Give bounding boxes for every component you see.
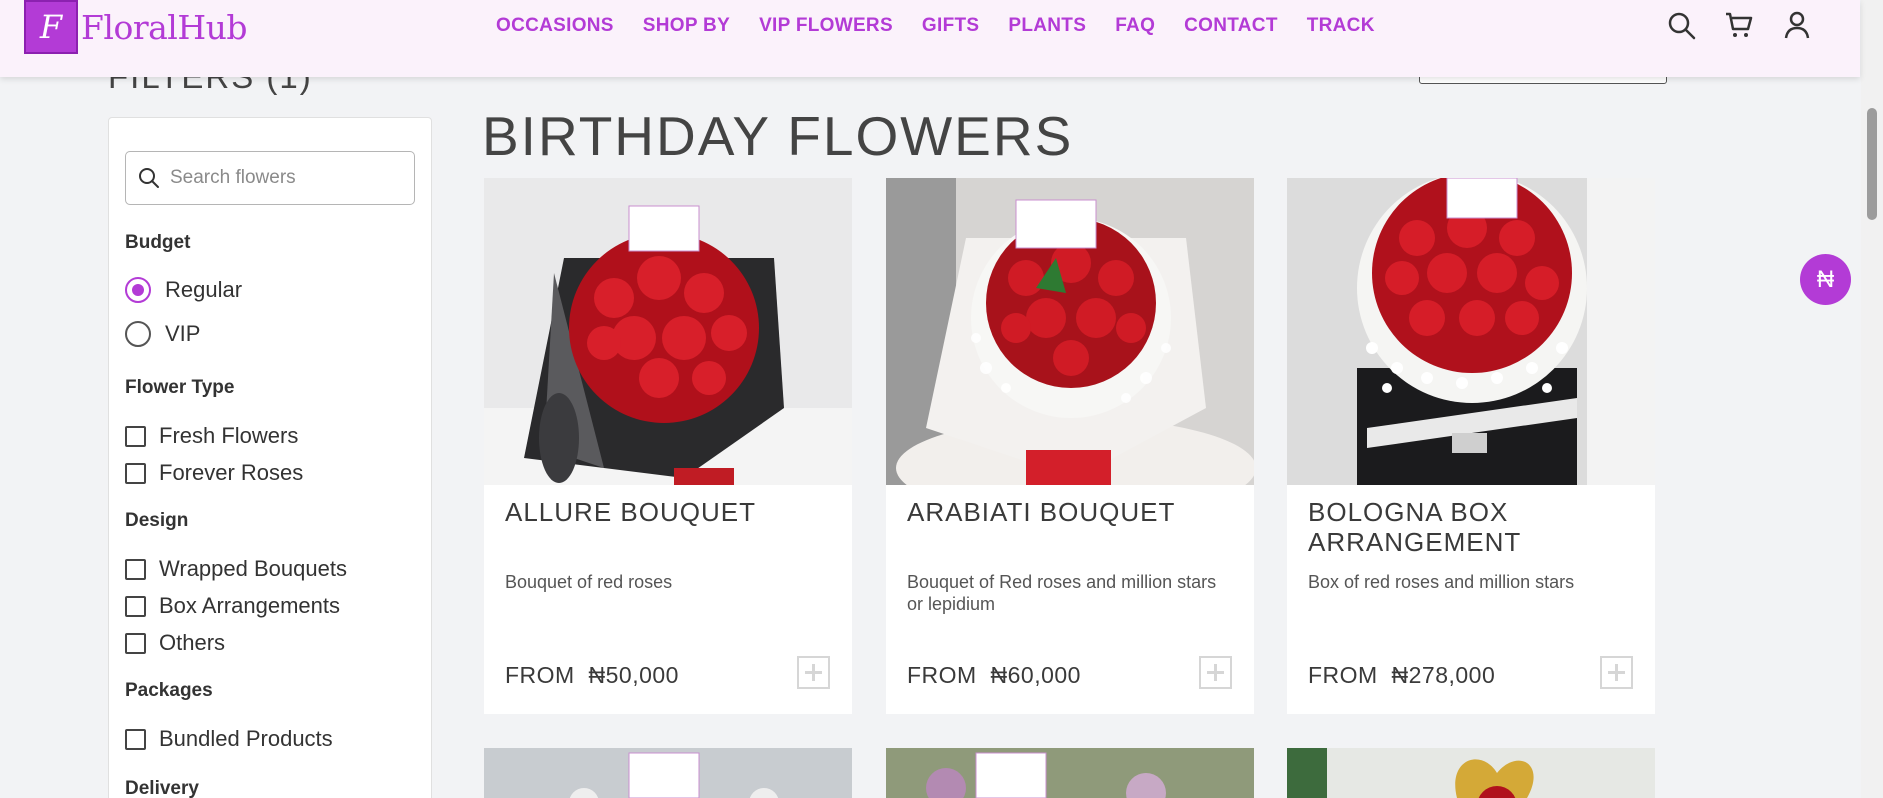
fresh-flowers-option[interactable]: Fresh Flowers bbox=[125, 423, 298, 449]
product-description: Bouquet of Red roses and million stars o… bbox=[907, 572, 1217, 614]
radio[interactable] bbox=[125, 321, 151, 347]
option-label: Wrapped Bouquets bbox=[159, 556, 347, 581]
site-header: F FloralHub OCCASIONS SHOP BY VIP FLOWER… bbox=[0, 0, 1860, 77]
nav-occasions[interactable]: OCCASIONS bbox=[496, 15, 614, 37]
checkbox[interactable] bbox=[125, 558, 146, 580]
product-image[interactable] bbox=[1287, 748, 1655, 798]
product-image[interactable] bbox=[886, 178, 1254, 485]
page-title: BIRTHDAY FLOWERS bbox=[482, 105, 1074, 167]
budget-title: Budget bbox=[125, 232, 191, 253]
scrollbar[interactable] bbox=[1861, 0, 1883, 798]
nav-vip-flowers[interactable]: VIP FLOWERS bbox=[759, 15, 893, 37]
search-box bbox=[125, 151, 415, 205]
price-prefix: FROM bbox=[907, 662, 977, 688]
checkbox[interactable] bbox=[125, 462, 146, 484]
add-to-cart-button[interactable] bbox=[1199, 656, 1232, 689]
checkbox[interactable] bbox=[125, 728, 146, 750]
design-title: Design bbox=[125, 510, 189, 531]
price-value: ₦50,000 bbox=[588, 662, 679, 688]
search-input[interactable] bbox=[170, 167, 390, 189]
main-nav: OCCASIONS SHOP BY VIP FLOWERS GIFTS PLAN… bbox=[496, 15, 1404, 37]
product-name[interactable]: ARABIATI BOUQUET bbox=[907, 497, 1237, 527]
product-image[interactable] bbox=[1287, 178, 1655, 485]
product-card[interactable]: ARABIATI BOUQUET Bouquet of Red roses an… bbox=[886, 178, 1254, 714]
product-price: FROM ₦278,000 bbox=[1308, 662, 1495, 689]
add-to-cart-button[interactable] bbox=[797, 656, 830, 689]
box-arrangements-option[interactable]: Box Arrangements bbox=[125, 593, 340, 619]
search-icon bbox=[139, 168, 159, 188]
delivery-title: Delivery bbox=[125, 778, 199, 798]
product-card[interactable]: BOLOGNA BOX ARRANGEMENT Box of red roses… bbox=[1287, 178, 1655, 714]
others-option[interactable]: Others bbox=[125, 630, 225, 656]
header-actions bbox=[1666, 10, 1812, 40]
price-prefix: FROM bbox=[505, 662, 575, 688]
radio-selected[interactable] bbox=[125, 277, 151, 303]
product-description: Bouquet of red roses bbox=[505, 572, 673, 592]
option-label: Bundled Products bbox=[159, 726, 333, 751]
nav-plants[interactable]: PLANTS bbox=[1008, 15, 1086, 37]
checkbox[interactable] bbox=[125, 632, 146, 654]
option-label: VIP bbox=[165, 321, 201, 346]
nav-shop-by[interactable]: SHOP BY bbox=[643, 15, 730, 37]
nav-track[interactable]: TRACK bbox=[1307, 15, 1375, 37]
budget-regular-option[interactable]: Regular bbox=[125, 277, 242, 303]
search-icon[interactable] bbox=[1666, 10, 1696, 40]
product-image[interactable] bbox=[484, 178, 852, 485]
scrollbar-thumb[interactable] bbox=[1867, 108, 1877, 220]
add-to-cart-button[interactable] bbox=[1600, 656, 1633, 689]
nav-gifts[interactable]: GIFTS bbox=[922, 15, 979, 37]
price-prefix: FROM bbox=[1308, 662, 1378, 688]
option-label: Others bbox=[159, 630, 226, 655]
option-label: Forever Roses bbox=[159, 460, 304, 485]
logo[interactable]: F FloralHub bbox=[24, 0, 247, 54]
product-card[interactable]: ALLURE BOUQUET Bouquet of red roses FROM… bbox=[484, 178, 852, 714]
option-label: Regular bbox=[165, 277, 243, 302]
user-icon[interactable] bbox=[1782, 10, 1812, 40]
product-price: FROM ₦50,000 bbox=[505, 662, 679, 689]
budget-vip-option[interactable]: VIP bbox=[125, 321, 200, 347]
product-name[interactable]: BOLOGNA BOX ARRANGEMENT bbox=[1308, 497, 1638, 557]
filters-sidebar: Budget Regular VIP Flower Type Fresh Flo… bbox=[108, 117, 432, 798]
brand-name: FloralHub bbox=[81, 7, 247, 47]
currency-switcher-button[interactable]: ₦ bbox=[1800, 254, 1851, 305]
nav-contact[interactable]: CONTACT bbox=[1184, 15, 1278, 37]
forever-roses-option[interactable]: Forever Roses bbox=[125, 460, 303, 486]
wrapped-bouquets-option[interactable]: Wrapped Bouquets bbox=[125, 556, 347, 582]
product-name[interactable]: ALLURE BOUQUET bbox=[505, 497, 835, 527]
product-price: FROM ₦60,000 bbox=[907, 662, 1081, 689]
checkbox[interactable] bbox=[125, 595, 146, 617]
option-label: Fresh Flowers bbox=[159, 423, 299, 448]
logo-mark: F bbox=[24, 0, 78, 54]
nav-faq[interactable]: FAQ bbox=[1115, 15, 1155, 37]
price-value: ₦278,000 bbox=[1391, 662, 1496, 688]
product-description: Box of red roses and million stars bbox=[1308, 572, 1575, 592]
packages-title: Packages bbox=[125, 680, 213, 701]
cart-icon[interactable] bbox=[1724, 10, 1754, 40]
bundled-products-option[interactable]: Bundled Products bbox=[125, 726, 333, 752]
flower-type-title: Flower Type bbox=[125, 377, 235, 398]
checkbox[interactable] bbox=[125, 425, 146, 447]
option-label: Box Arrangements bbox=[159, 593, 340, 618]
product-image[interactable] bbox=[886, 748, 1254, 798]
price-value: ₦60,000 bbox=[990, 662, 1081, 688]
product-image[interactable] bbox=[484, 748, 852, 798]
